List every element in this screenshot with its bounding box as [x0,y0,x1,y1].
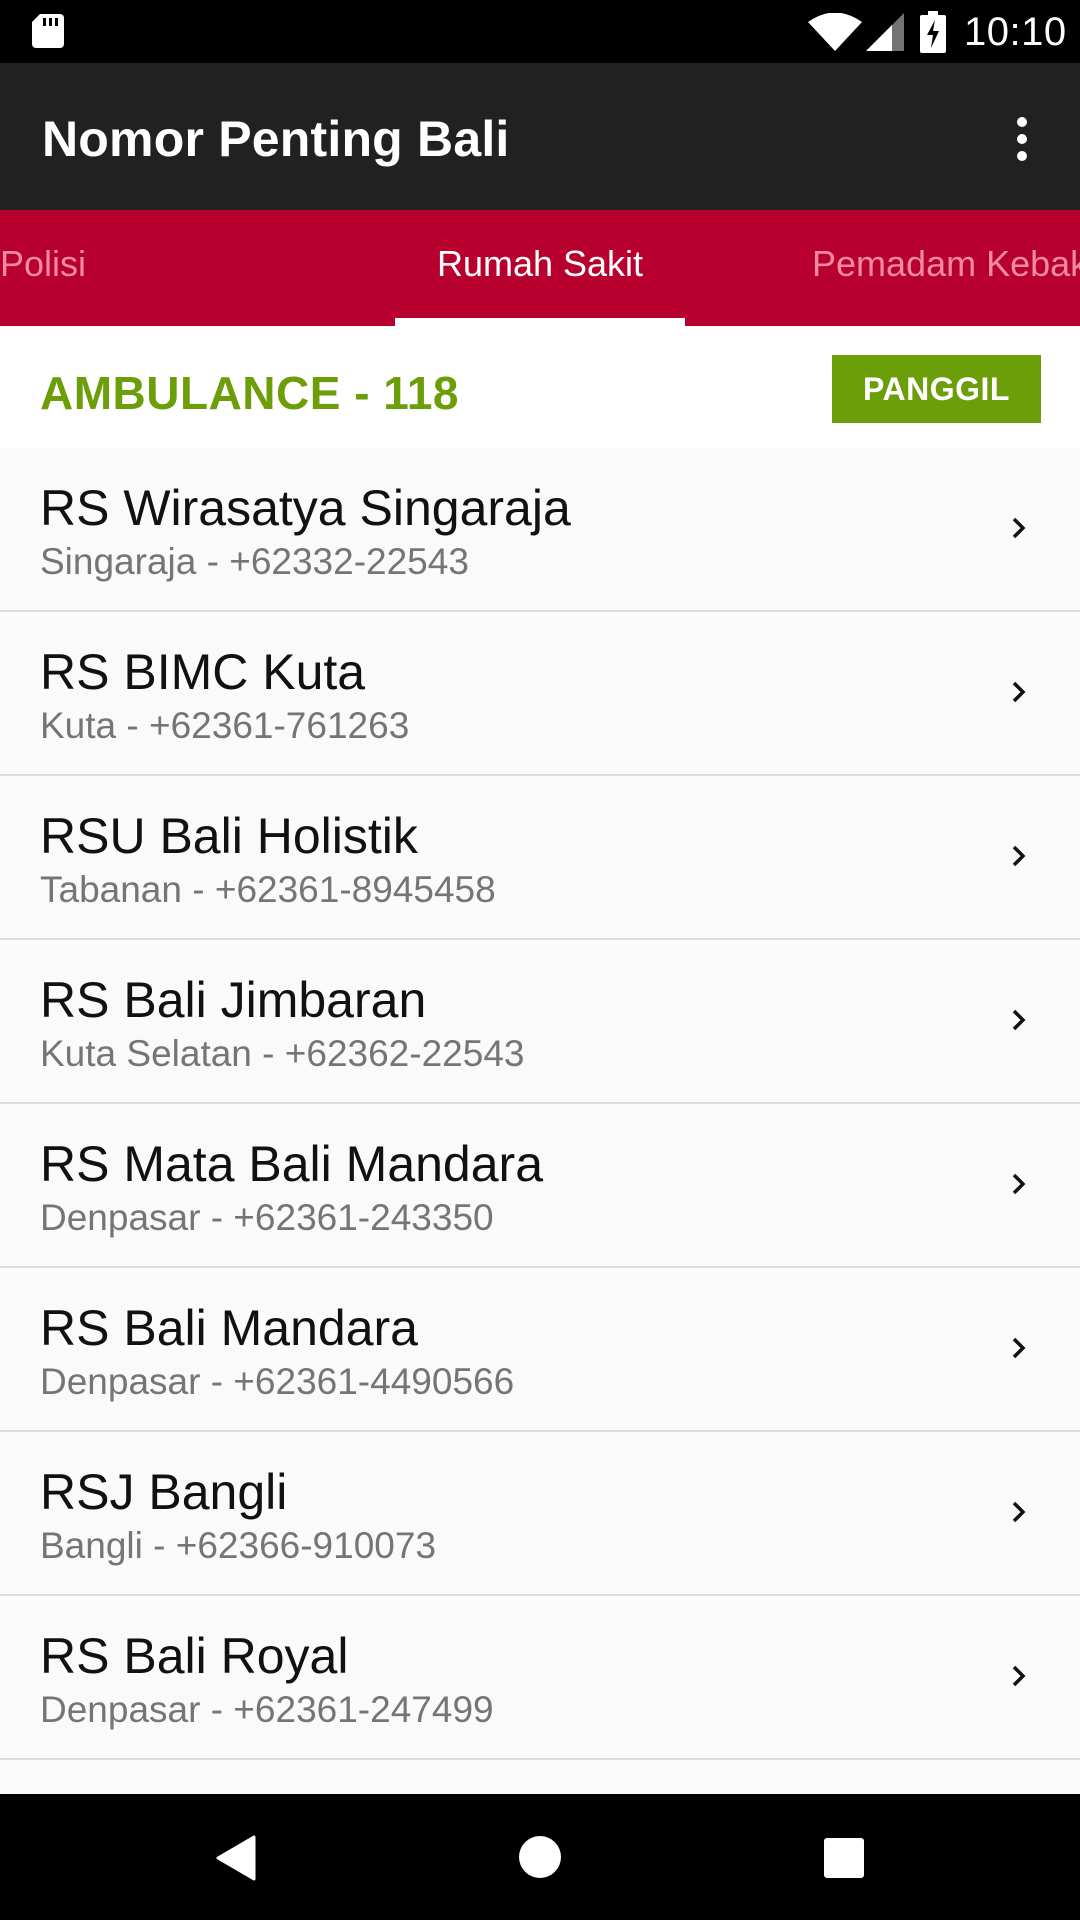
app-bar: Nomor Penting Bali [0,63,1080,210]
list-item[interactable]: RS Mata Bali Mandara Denpasar - +62361-2… [0,1104,1080,1268]
list-item[interactable]: RS Bali Jimbaran Kuta Selatan - +62362-2… [0,940,1080,1104]
list-item[interactable]: RSU Bali Holistik Tabanan - +62361-89454… [0,776,1080,940]
more-vert-icon[interactable] [1002,111,1042,167]
ambulance-label: AMBULANCE - 118 [40,367,460,419]
tab-rumah-sakit[interactable]: Rumah Sakit [395,210,685,326]
hospital-name: RSJ Bangli [40,1464,288,1520]
hospital-name: RS Wirasatya Singaraja [40,480,571,536]
chevron-right-icon [1012,1337,1026,1359]
status-bar: 10:10 [0,0,1080,63]
call-ambulance-button[interactable]: PANGGIL [832,355,1041,423]
hospital-name: RS Bali Royal [40,1628,349,1684]
ambulance-header: AMBULANCE - 118 PANGGIL [0,326,1080,448]
hospital-detail: Kuta Selatan - +62362-22543 [40,1033,525,1074]
back-icon[interactable] [216,1835,256,1881]
list-item[interactable]: RS Wirasatya Singaraja Singaraja - +6233… [0,448,1080,612]
chevron-right-icon [1012,1009,1026,1031]
hospital-name: RS Bali Mandara [40,1300,418,1356]
hospital-detail: Denpasar - +62361-247499 [40,1689,494,1730]
list-item[interactable]: RS Bali Mandara Denpasar - +62361-449056… [0,1268,1080,1432]
battery-charging-icon [920,11,946,53]
chevron-right-icon [1012,1665,1026,1687]
recents-icon[interactable] [824,1838,864,1878]
tab-polisi[interactable]: Polisi [0,210,86,326]
navigation-bar [0,1794,1080,1920]
chevron-right-icon [1012,1173,1026,1195]
tab-pemadam-kebakaran[interactable]: Pemadam Kebak [812,210,1080,326]
hospital-detail: Tabanan - +62361-8945458 [40,869,496,910]
hospital-name: RS BIMC Kuta [40,644,366,700]
hospital-detail: Bangli - +62366-910073 [40,1525,437,1566]
list-item[interactable]: RS Bali Royal Denpasar - +62361-247499 [0,1596,1080,1760]
hospital-name: RS Mata Bali Mandara [40,1136,544,1192]
hospital-detail: Denpasar - +62361-4490566 [40,1361,515,1402]
chevron-right-icon [1012,845,1026,867]
hospital-name: RSU Bali Holistik [40,808,418,864]
hospital-detail: Kuta - +62361-761263 [40,705,410,746]
chevron-right-icon [1012,517,1026,539]
hospital-detail: Singaraja - +62332-22543 [40,541,469,582]
sd-card-icon [32,14,64,48]
wifi-icon [808,13,862,51]
hospital-list: RS Wirasatya Singaraja Singaraja - +6233… [0,448,1080,1794]
list-item[interactable]: RS BIMC Kuta Kuta - +62361-761263 [0,612,1080,776]
app-title: Nomor Penting Bali [42,111,510,167]
tab-bar: Polisi Rumah Sakit Pemadam Kebak [0,210,1080,326]
tab-indicator [395,318,685,326]
chevron-right-icon [1012,1501,1026,1523]
status-clock: 10:10 [964,10,1067,54]
hospital-name: RS Bali Jimbaran [40,972,427,1028]
hospital-detail: Denpasar - +62361-243350 [40,1197,494,1238]
list-item[interactable]: RSJ Bangli Bangli - +62366-910073 [0,1432,1080,1596]
home-icon[interactable] [519,1836,561,1878]
signal-icon [866,13,904,51]
chevron-right-icon [1012,681,1026,703]
